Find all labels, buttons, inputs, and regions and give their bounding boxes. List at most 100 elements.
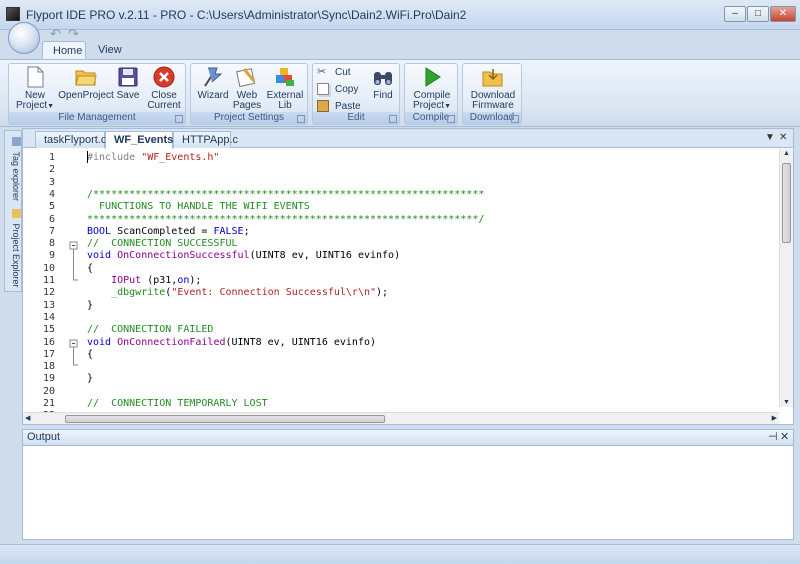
dialog-launcher-icon[interactable]	[297, 115, 305, 123]
web-pages-button[interactable]: Web Pages	[231, 66, 263, 111]
external-lib-button[interactable]: External Lib	[265, 66, 305, 111]
tab-view[interactable]: View	[88, 41, 126, 60]
line-number: 21	[42, 398, 55, 409]
cut-button[interactable]: ✂ Cut	[317, 66, 351, 80]
line-number: 5	[48, 201, 55, 213]
project-explorer-icon	[11, 209, 21, 218]
dialog-launcher-icon[interactable]	[175, 115, 183, 123]
scroll-right-icon[interactable]: ▶	[772, 414, 777, 422]
wizard-icon	[204, 67, 223, 87]
vertical-scrollbar[interactable]: ▲ ▼	[779, 149, 793, 407]
cut-label: Cut	[335, 67, 351, 78]
code-token: _dbgwrite	[111, 287, 166, 299]
dialog-launcher-icon[interactable]	[511, 115, 519, 123]
dialog-launcher-icon[interactable]	[447, 115, 455, 123]
file-tab-taskflyport[interactable]: taskFlyport.c	[35, 131, 106, 148]
red-close-icon	[153, 66, 175, 88]
line-number: 4	[48, 188, 55, 200]
output-close-icon[interactable]: ✕	[780, 430, 789, 445]
wizard-button[interactable]: Wizard	[195, 66, 231, 101]
file-tab-httpapp[interactable]: HTTPApp.c	[173, 131, 238, 148]
fold-markers	[69, 241, 78, 366]
new-project-button[interactable]: New Project▼	[15, 66, 55, 112]
code-token: BOOL	[87, 225, 112, 237]
window-title: Flyport IDE PRO v.2.11 - PRO - C:\Users\…	[26, 8, 467, 22]
copy-label: Copy	[335, 84, 359, 95]
tag-explorer-label: Tag explorer	[11, 151, 21, 202]
maximize-button[interactable]: □	[747, 6, 769, 22]
find-label: Find	[373, 90, 393, 101]
code-line: // CONNECTION TEMPORARLY LOST	[87, 398, 268, 407]
code-token: OnConnectionSuccessful	[117, 250, 250, 262]
close-window-button[interactable]: ✕	[770, 6, 796, 22]
code-line: {	[87, 263, 93, 274]
line-number: 14	[42, 311, 55, 323]
open-project-label: OpenProject	[58, 90, 114, 101]
download-firmware-button[interactable]: Download Firmware	[467, 66, 519, 111]
code-token: OnConnectionFailed	[117, 336, 226, 348]
compile-project-button[interactable]: Compile Project▼	[409, 66, 455, 112]
pin-icon[interactable]: ⊣	[768, 430, 778, 445]
code-token: ScanCompleted =	[111, 225, 214, 237]
download-firmware-label-2: Firmware	[472, 100, 514, 111]
vertical-scroll-thumb[interactable]	[782, 163, 791, 243]
scroll-up-icon[interactable]: ▲	[783, 150, 790, 157]
file-tab-wf-events[interactable]: WF_Events.c	[105, 131, 182, 149]
group-label-edit: Edit	[313, 112, 399, 124]
new-document-icon	[27, 66, 44, 88]
line-number: 10	[42, 262, 55, 274]
save-button[interactable]: Save	[115, 66, 141, 101]
code-line: // CONNECTION SUCCESSFUL	[87, 238, 238, 249]
project-explorer-tab[interactable]: Project Explorer	[6, 209, 21, 288]
line-number: 6	[48, 213, 55, 225]
code-line: void OnConnectionFailed(UINT8 ev, UINT16…	[87, 337, 376, 348]
copy-button[interactable]: Copy	[317, 83, 358, 97]
code-token: }	[87, 373, 94, 385]
dropdown-arrow-icon: ▼	[47, 103, 55, 110]
tag-explorer-tab[interactable]: Tag explorer	[6, 137, 21, 201]
output-panel: Output ⊣ ✕	[22, 429, 794, 540]
line-number: 1	[48, 152, 55, 163]
group-label-file-management: File Management	[9, 112, 185, 124]
web-pages-icon	[236, 68, 256, 88]
code-token: /***************************************…	[87, 188, 485, 200]
output-text-area[interactable]	[23, 447, 793, 539]
scroll-down-icon[interactable]: ▼	[783, 399, 790, 406]
horizontal-scroll-thumb[interactable]	[65, 415, 385, 423]
code-token: {	[87, 262, 94, 274]
wizard-label: Wizard	[197, 90, 229, 101]
code-token: (UINT8 ev, UINT16 evinfo)	[249, 250, 401, 262]
open-project-button[interactable]: OpenProject	[57, 66, 115, 101]
code-text[interactable]: #include "WF_Events.h" /*****************…	[87, 149, 777, 407]
scissors-icon: ✂	[317, 66, 327, 79]
code-line: {	[87, 349, 93, 360]
project-explorer-label: Project Explorer	[11, 223, 21, 288]
code-line: FUNCTIONS TO HANDLE THE WIFI EVENTS	[87, 201, 310, 212]
group-file-management: New Project▼ OpenProject Save Close Curr…	[8, 63, 186, 125]
line-number: 2	[48, 164, 55, 176]
scroll-left-icon[interactable]: ◀	[25, 414, 30, 422]
dropdown-arrow-icon: ▼	[444, 103, 452, 110]
close-current-label-2: Current	[147, 100, 181, 111]
horizontal-scrollbar[interactable]: ◀ ▶	[23, 412, 779, 424]
close-tab-icon[interactable]: ✕	[779, 132, 787, 143]
puzzle-icon	[276, 68, 294, 86]
tab-list-dropdown-icon[interactable]: ▼	[765, 132, 775, 143]
code-token: ;	[243, 225, 250, 237]
group-compile: Compile Project▼ Compile	[404, 63, 458, 125]
binoculars-icon	[374, 72, 392, 85]
dialog-launcher-icon[interactable]	[389, 115, 397, 123]
text-cursor	[87, 151, 88, 163]
code-token: #include	[87, 152, 142, 163]
code-token: {	[87, 348, 94, 360]
new-project-label-2: Project	[15, 100, 48, 111]
close-current-button[interactable]: Close Current	[145, 66, 183, 111]
tab-home[interactable]: Home	[42, 41, 86, 60]
minimize-button[interactable]: –	[724, 6, 746, 22]
code-token: IOPut	[111, 275, 142, 286]
compile-project-label-2: Project	[412, 100, 445, 111]
find-button[interactable]: Find	[369, 66, 397, 101]
code-line: // CONNECTION FAILED	[87, 324, 213, 335]
